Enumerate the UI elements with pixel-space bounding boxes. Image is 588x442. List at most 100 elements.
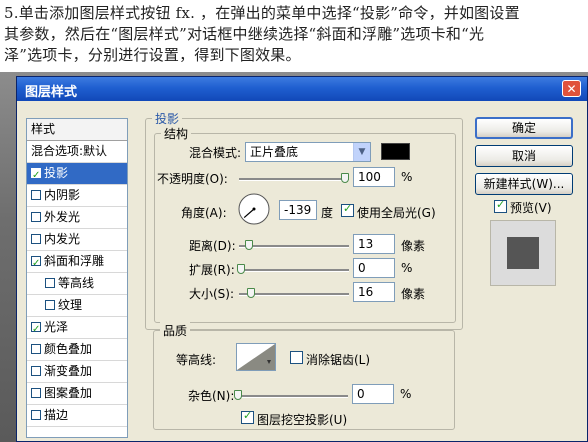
style-checkbox[interactable]	[31, 189, 41, 200]
global-light-label: 使用全局光(G)	[357, 206, 436, 220]
structure-title: 结构	[161, 125, 192, 142]
style-list-item[interactable]: 颜色叠加	[27, 339, 127, 361]
anti-alias-checkbox[interactable]	[290, 351, 303, 364]
style-preview-thumbnail	[490, 220, 556, 286]
style-checkbox[interactable]	[31, 253, 41, 274]
style-list: 样式 混合选项:默认 投影内阴影外发光内发光斜面和浮雕等高线纹理光泽颜色叠加渐变…	[26, 118, 128, 438]
style-checkbox[interactable]	[31, 409, 41, 420]
style-list-item-label: 渐变叠加	[44, 364, 93, 378]
drop-shadow-group: 投影 结构 混合模式: 正片叠底 ▼ 不透明度(O): 100 % 角度(A):	[145, 110, 463, 330]
style-list-item[interactable]: 投影	[27, 163, 127, 186]
spread-input[interactable]: 0	[353, 258, 395, 278]
preview-swatch	[507, 237, 539, 269]
angle-label: 角度(A):	[181, 206, 227, 220]
style-list-item[interactable]: 描边	[27, 405, 127, 427]
style-list-item-label: 图案叠加	[44, 386, 93, 400]
size-input[interactable]: 16	[353, 282, 395, 302]
opacity-slider-thumb[interactable]	[341, 173, 349, 183]
blend-mode-select[interactable]: 正片叠底 ▼	[245, 142, 371, 162]
style-list-header[interactable]: 样式	[27, 119, 127, 141]
style-list-item[interactable]: 纹理	[27, 295, 127, 317]
style-checkbox[interactable]	[45, 277, 55, 288]
layer-style-dialog: 图层样式 ✕ 样式 混合选项:默认 投影内阴影外发光内发光斜面和浮雕等高线纹理光…	[16, 76, 588, 442]
size-label: 大小(S):	[189, 287, 235, 301]
style-list-item[interactable]: 内发光	[27, 229, 127, 251]
style-list-item[interactable]: 斜面和浮雕	[27, 251, 127, 274]
style-list-item-label: 等高线	[58, 276, 95, 290]
cancel-button[interactable]: 取消	[475, 145, 573, 167]
noise-label: 杂色(N):	[188, 389, 235, 403]
blend-mode-label: 混合模式:	[189, 146, 242, 160]
contour-picker[interactable]	[236, 343, 276, 371]
style-checkbox[interactable]	[31, 319, 41, 340]
distance-input[interactable]: 13	[353, 234, 395, 254]
distance-slider-thumb[interactable]	[245, 240, 253, 250]
dialog-title: 图层样式	[25, 85, 78, 100]
preview-checkbox[interactable]	[494, 198, 507, 213]
style-list-item-label: 外发光	[44, 210, 81, 224]
distance-slider[interactable]	[239, 245, 349, 248]
angle-input[interactable]: -139	[279, 200, 317, 220]
style-list-item-label: 纹理	[58, 298, 83, 312]
angle-dial[interactable]	[237, 192, 271, 226]
structure-group: 结构 混合模式: 正片叠底 ▼ 不透明度(O): 100 % 角度(A): -1…	[154, 125, 456, 323]
contour-curve-icon	[237, 344, 275, 370]
style-checkbox[interactable]	[31, 365, 41, 376]
style-list-item[interactable]: 光泽	[27, 317, 127, 340]
close-icon[interactable]: ✕	[562, 80, 581, 97]
anti-alias-label: 消除锯齿(L)	[306, 353, 371, 367]
style-list-item-label: 斜面和浮雕	[44, 254, 105, 268]
style-list-item[interactable]: 渐变叠加	[27, 361, 127, 383]
tutorial-text: 5.单击添加图层样式按钮 fx. ，在弹出的菜单中选择“投影”命令，并如图设置 …	[0, 0, 588, 72]
style-list-item-label: 描边	[44, 408, 69, 422]
distance-unit: 像素	[401, 239, 426, 253]
size-slider[interactable]	[239, 293, 349, 296]
opacity-label: 不透明度(O):	[157, 172, 228, 186]
opacity-unit: %	[401, 170, 413, 184]
noise-slider-thumb[interactable]	[234, 390, 242, 400]
style-checkbox[interactable]	[31, 343, 41, 354]
dialog-titlebar[interactable]: 图层样式 ✕	[17, 77, 587, 101]
noise-slider[interactable]	[236, 395, 348, 398]
style-checkbox[interactable]	[31, 211, 41, 222]
spread-slider-thumb[interactable]	[237, 264, 245, 274]
contour-label: 等高线:	[176, 353, 217, 367]
angle-unit: 度	[321, 206, 334, 220]
chevron-down-icon: ▼	[353, 143, 370, 161]
instruction-line-1: 5.单击添加图层样式按钮 fx. ，在弹出的菜单中选择“投影”命令，并如图设置	[4, 4, 520, 22]
new-style-button[interactable]: 新建样式(W)...	[475, 173, 573, 195]
angle-dial-graphic	[238, 193, 270, 225]
style-list-item[interactable]: 外发光	[27, 207, 127, 229]
opacity-slider[interactable]	[239, 178, 349, 181]
ok-button[interactable]: 确定	[475, 117, 573, 139]
knockout-label: 图层挖空投影(U)	[257, 413, 348, 427]
style-list-item-label: 光泽	[44, 320, 69, 334]
knockout-checkbox[interactable]	[241, 409, 254, 424]
shadow-color-swatch[interactable]	[381, 143, 410, 160]
style-list-item-label: 投影	[44, 166, 69, 180]
style-checkbox[interactable]	[45, 299, 55, 310]
style-list-item-label: 内发光	[44, 232, 81, 246]
style-list-item-label: 内阴影	[44, 188, 81, 202]
distance-label: 距离(D):	[189, 239, 236, 253]
preview-label: 预览(V)	[510, 201, 552, 215]
global-light-checkbox[interactable]	[341, 202, 354, 217]
blend-options-item[interactable]: 混合选项:默认	[27, 141, 127, 163]
instruction-line-2: 其参数，然后在“图层样式”对话框中继续选择“斜面和浮雕”选项卡和“光	[4, 25, 485, 43]
style-list-item[interactable]: 等高线	[27, 273, 127, 295]
spread-label: 扩展(R):	[189, 263, 235, 277]
noise-input[interactable]: 0	[352, 384, 394, 404]
style-checkbox[interactable]	[31, 233, 41, 244]
style-checkbox[interactable]	[31, 387, 41, 398]
style-list-item[interactable]: 内阴影	[27, 185, 127, 207]
style-checkbox[interactable]	[31, 165, 41, 186]
style-list-item-label: 颜色叠加	[44, 342, 93, 356]
size-slider-thumb[interactable]	[247, 288, 255, 298]
spread-unit: %	[401, 261, 413, 275]
noise-unit: %	[400, 387, 412, 401]
style-list-item[interactable]: 图案叠加	[27, 383, 127, 405]
size-unit: 像素	[401, 287, 426, 301]
blend-mode-value: 正片叠底	[250, 145, 299, 159]
opacity-input[interactable]: 100	[353, 167, 395, 187]
spread-slider[interactable]	[239, 269, 349, 272]
